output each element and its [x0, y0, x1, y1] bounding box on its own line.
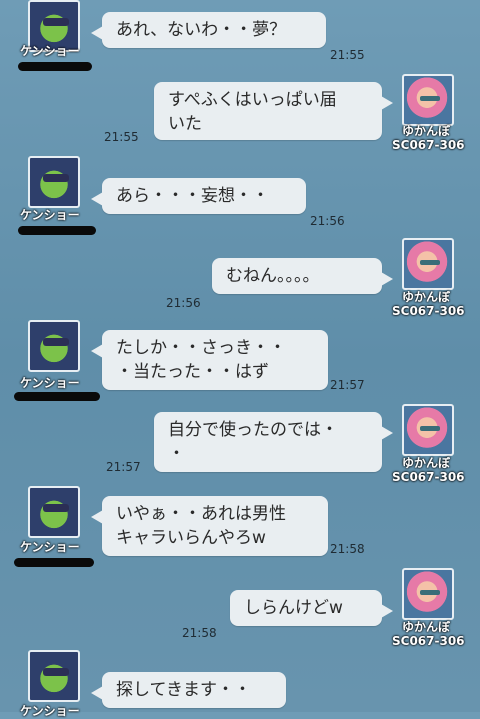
username-label: ケンショー	[20, 44, 80, 58]
message-time: 21:56	[310, 214, 345, 228]
avatar-yukanbo[interactable]	[402, 74, 454, 126]
avatar-face	[43, 668, 69, 676]
message-bubble[interactable]: いやぁ・・あれは男性 キャラいらんやろw	[91, 496, 328, 556]
username-label: ゆかんぼ	[402, 290, 451, 304]
user-id-label: SC067-306	[392, 138, 465, 152]
avatar-face	[43, 504, 69, 512]
message-bubble[interactable]: しらんけどw	[230, 590, 393, 626]
redacted-id	[14, 558, 94, 567]
message-time: 21:57	[330, 378, 365, 392]
avatar-yukanbo[interactable]	[402, 238, 454, 290]
username-label: ゆかんぼ	[402, 620, 451, 634]
username-label: ゆかんぼ	[402, 456, 451, 470]
chat-log[interactable]: ケンショー あれ、ないわ・・夢？ 21:55 ゆかんぼ SC067-306 すぺ…	[0, 0, 480, 718]
username-label: ケンショー	[20, 208, 80, 222]
user-id-label: SC067-306	[392, 634, 465, 648]
avatar-face	[43, 338, 69, 346]
avatar-face	[43, 174, 69, 182]
message-bubble[interactable]: 自分で使ったのでは・ ・	[154, 412, 393, 472]
message-bubble[interactable]: あれ、ないわ・・夢？	[91, 12, 326, 48]
message-bubble[interactable]: すぺふくはいっぱい届 いた	[154, 82, 393, 140]
message-time: 21:55	[330, 48, 365, 62]
avatar-yukanbo[interactable]	[402, 568, 454, 620]
username-label: ケンショー	[20, 376, 80, 390]
avatar-face	[420, 260, 440, 265]
user-id-label: SC067-306	[392, 470, 465, 484]
user-id-label: SC067-306	[392, 304, 465, 318]
message-time: 21:55	[104, 130, 139, 144]
username-label: ケンショー	[20, 540, 80, 554]
message-time: 21:56	[166, 296, 201, 310]
message-bubble[interactable]: 探してきます・・	[91, 672, 286, 708]
avatar-face	[420, 590, 440, 595]
avatar-face	[420, 96, 440, 101]
redacted-id	[18, 226, 96, 235]
message-time: 21:58	[182, 626, 217, 640]
message-time: 21:58	[330, 542, 365, 556]
redacted-id	[14, 392, 100, 401]
avatar-kensho[interactable]	[28, 320, 80, 372]
avatar-yukanbo[interactable]	[402, 404, 454, 456]
message-bubble[interactable]: あら・・・妄想・・	[91, 178, 306, 214]
avatar-kensho[interactable]	[28, 156, 80, 208]
avatar-face	[420, 426, 440, 431]
username-label: ケンショー	[20, 704, 80, 718]
avatar-kensho[interactable]	[28, 486, 80, 538]
redacted-id	[18, 62, 92, 71]
message-bubble[interactable]: むねん。。。。	[212, 258, 393, 294]
message-time: 21:57	[106, 460, 141, 474]
message-bubble[interactable]: たしか・・さっき・・ ・当たった・・はず	[91, 330, 328, 390]
username-label: ゆかんぼ	[402, 124, 451, 138]
avatar-kensho[interactable]	[28, 650, 80, 702]
avatar-face	[43, 18, 69, 26]
